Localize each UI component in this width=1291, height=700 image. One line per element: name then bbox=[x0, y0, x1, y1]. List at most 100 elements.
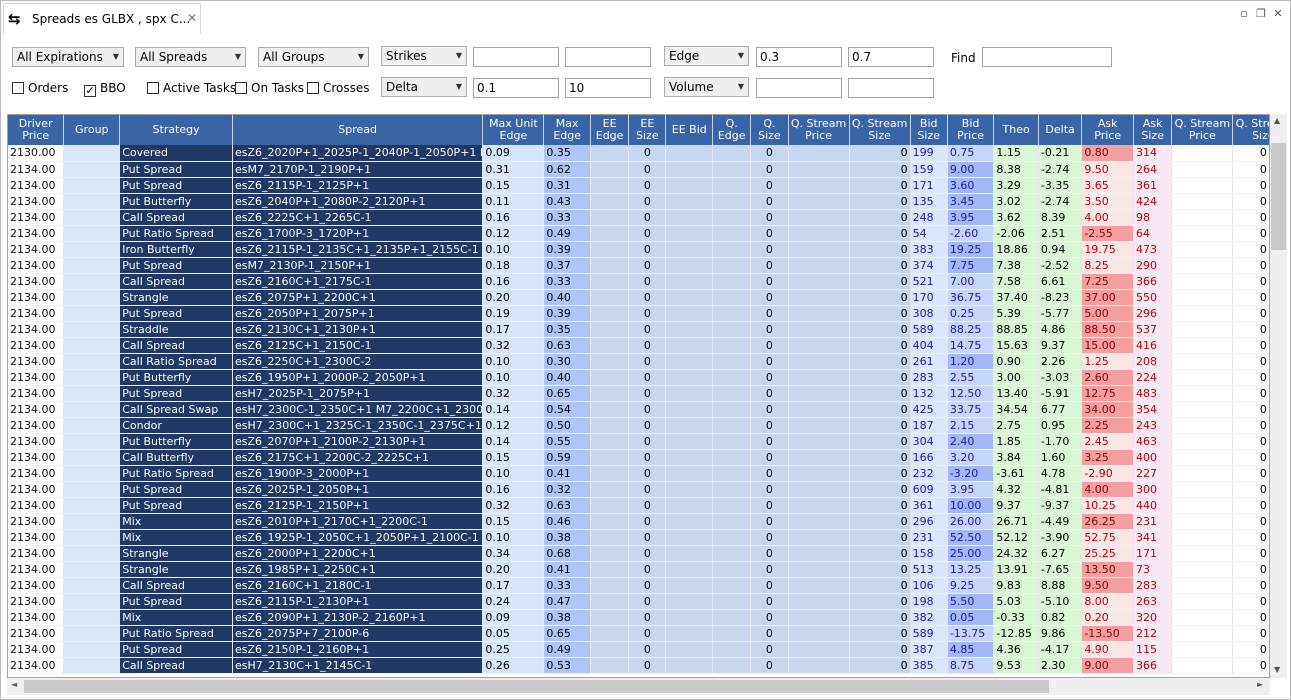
bid-price-cell[interactable]: 0.05 bbox=[947, 609, 995, 626]
ee-bid-cell[interactable] bbox=[665, 513, 714, 530]
max-edge-cell[interactable]: 0.33 bbox=[543, 273, 591, 290]
group-cell[interactable] bbox=[63, 273, 121, 290]
volume-to-input[interactable] bbox=[848, 78, 934, 98]
q-stream-price-cell[interactable] bbox=[788, 225, 850, 242]
q-size-cell[interactable]: 0 bbox=[750, 561, 789, 578]
ee-size-cell[interactable]: 0 bbox=[628, 593, 667, 610]
ee-bid-cell[interactable] bbox=[665, 449, 714, 466]
group-cell[interactable] bbox=[63, 625, 121, 642]
delta-cell[interactable]: -2.52 bbox=[1038, 257, 1083, 274]
delta-cell[interactable]: -1.70 bbox=[1038, 433, 1083, 450]
bid-price-cell[interactable]: 3.45 bbox=[947, 193, 995, 210]
strategy-cell[interactable]: Call Spread bbox=[119, 337, 233, 354]
spread-cell[interactable]: esZ6_2075P+7_2100P-6 bbox=[232, 625, 484, 642]
group-cell[interactable] bbox=[63, 481, 121, 498]
group-cell[interactable] bbox=[63, 449, 121, 466]
q-edge-cell[interactable] bbox=[712, 241, 752, 258]
delta-cell[interactable]: -2.74 bbox=[1038, 193, 1083, 210]
theo-cell[interactable]: 3.84 bbox=[993, 449, 1039, 466]
q-stream-price-cell[interactable] bbox=[788, 433, 850, 450]
ee-edge-cell[interactable] bbox=[590, 385, 630, 402]
driver-price-cell[interactable]: 2134.00 bbox=[8, 193, 65, 210]
bid-size-cell[interactable]: 304 bbox=[910, 433, 948, 450]
on-tasks-checkbox[interactable]: On Tasks bbox=[235, 81, 304, 97]
ee-size-cell[interactable]: 0 bbox=[628, 337, 667, 354]
max-unit-edge-cell[interactable]: 0.10 bbox=[482, 353, 545, 370]
ask-price-cell[interactable]: 3.50 bbox=[1081, 193, 1135, 210]
max-edge-cell[interactable]: 0.68 bbox=[543, 545, 591, 562]
theo-cell[interactable]: 4.36 bbox=[993, 641, 1039, 658]
ee-bid-cell[interactable] bbox=[665, 577, 714, 594]
q-edge-cell[interactable] bbox=[712, 609, 752, 626]
strategy-cell[interactable]: Mix bbox=[119, 529, 233, 546]
q-edge-cell[interactable] bbox=[712, 433, 752, 450]
q-stream-price-cell[interactable] bbox=[1171, 177, 1234, 194]
ask-price-cell[interactable]: 2.60 bbox=[1081, 369, 1135, 386]
q-stream-price-cell[interactable] bbox=[788, 193, 850, 210]
max-unit-edge-cell[interactable]: 0.10 bbox=[482, 529, 545, 546]
group-cell[interactable] bbox=[63, 257, 121, 274]
ee-bid-cell[interactable] bbox=[665, 193, 714, 210]
table-row[interactable]: 2134.00 Put Spread esM7_2170P-1_2190P+1 0.3… bbox=[8, 161, 1269, 178]
ask-price-cell[interactable]: 10.25 bbox=[1081, 497, 1135, 514]
strategy-cell[interactable]: Put Spread bbox=[119, 481, 233, 498]
ee-edge-cell[interactable] bbox=[590, 609, 630, 626]
ee-bid-cell[interactable] bbox=[665, 289, 714, 306]
q-stream-size-cell[interactable]: 0 bbox=[1232, 529, 1269, 546]
ask-price-cell[interactable]: 9.00 bbox=[1081, 657, 1135, 674]
ask-size-cell[interactable]: 64 bbox=[1133, 225, 1173, 242]
bid-size-cell[interactable]: 232 bbox=[910, 465, 948, 482]
ee-size-cell[interactable]: 0 bbox=[628, 401, 667, 418]
theo-cell[interactable]: 1.85 bbox=[993, 433, 1039, 450]
ask-size-cell[interactable]: 300 bbox=[1133, 481, 1173, 498]
column-header[interactable]: Ask Price bbox=[1081, 115, 1135, 145]
ask-size-cell[interactable]: 361 bbox=[1133, 177, 1173, 194]
q-stream-price-cell[interactable] bbox=[788, 177, 850, 194]
group-cell[interactable] bbox=[63, 337, 121, 354]
restore-icon[interactable]: ❐ bbox=[1254, 7, 1268, 20]
table-row[interactable]: 2134.00 Call Spread esZ6_2125C+1_2150C-1 0.… bbox=[8, 337, 1269, 354]
theo-cell[interactable]: 2.75 bbox=[993, 417, 1039, 434]
ask-price-cell[interactable]: 0.80 bbox=[1081, 145, 1135, 162]
spread-cell[interactable]: esZ6_2050P+1_2075P+1 bbox=[232, 305, 484, 322]
driver-price-cell[interactable]: 2134.00 bbox=[8, 273, 65, 290]
theo-cell[interactable]: 52.12 bbox=[993, 529, 1039, 546]
delta-cell[interactable]: -4.49 bbox=[1038, 513, 1083, 530]
q-edge-cell[interactable] bbox=[712, 465, 752, 482]
delta-cell[interactable]: 2.26 bbox=[1038, 353, 1083, 370]
q-stream-price-cell[interactable] bbox=[788, 593, 850, 610]
horizontal-scroll-thumb[interactable] bbox=[24, 680, 1049, 693]
q-size-cell[interactable]: 0 bbox=[750, 449, 789, 466]
q-edge-cell[interactable] bbox=[712, 497, 752, 514]
q-edge-cell[interactable] bbox=[712, 481, 752, 498]
ee-edge-cell[interactable] bbox=[590, 433, 630, 450]
bid-price-cell[interactable]: 33.75 bbox=[947, 401, 995, 418]
delta-cell[interactable]: -5.10 bbox=[1038, 593, 1083, 610]
column-header[interactable]: Bid Size bbox=[910, 115, 948, 145]
ee-bid-cell[interactable] bbox=[665, 401, 714, 418]
bid-size-cell[interactable]: 404 bbox=[910, 337, 948, 354]
strategy-cell[interactable]: Put Spread bbox=[119, 177, 233, 194]
driver-price-cell[interactable]: 2134.00 bbox=[8, 257, 65, 274]
ask-size-cell[interactable]: 98 bbox=[1133, 209, 1173, 226]
q-size-cell[interactable]: 0 bbox=[750, 417, 789, 434]
theo-cell[interactable]: 4.32 bbox=[993, 481, 1039, 498]
ee-edge-cell[interactable] bbox=[590, 657, 630, 674]
q-edge-cell[interactable] bbox=[712, 401, 752, 418]
max-unit-edge-cell[interactable]: 0.32 bbox=[482, 497, 545, 514]
spread-cell[interactable]: esH7_2300C-1_2350C+1 M7_2200C+1_2300C- bbox=[232, 401, 484, 418]
spread-cell[interactable]: esZ6_2150P-1_2160P+1 bbox=[232, 641, 484, 658]
q-stream-price-cell[interactable] bbox=[788, 401, 850, 418]
theo-cell[interactable]: 1.15 bbox=[993, 145, 1039, 162]
group-cell[interactable] bbox=[63, 369, 121, 386]
volume-from-input[interactable] bbox=[756, 78, 842, 98]
q-stream-price-cell[interactable] bbox=[1171, 513, 1234, 530]
table-row[interactable]: 2134.00 Put Spread esZ6_2025P-1_2050P+1 0.1… bbox=[8, 481, 1269, 498]
max-unit-edge-cell[interactable]: 0.17 bbox=[482, 321, 545, 338]
driver-price-cell[interactable]: 2134.00 bbox=[8, 353, 65, 370]
bid-size-cell[interactable]: 132 bbox=[910, 385, 948, 402]
max-edge-cell[interactable]: 0.39 bbox=[543, 305, 591, 322]
ask-price-cell[interactable]: 13.50 bbox=[1081, 561, 1135, 578]
ask-price-cell[interactable]: 34.00 bbox=[1081, 401, 1135, 418]
ee-size-cell[interactable]: 0 bbox=[628, 497, 667, 514]
